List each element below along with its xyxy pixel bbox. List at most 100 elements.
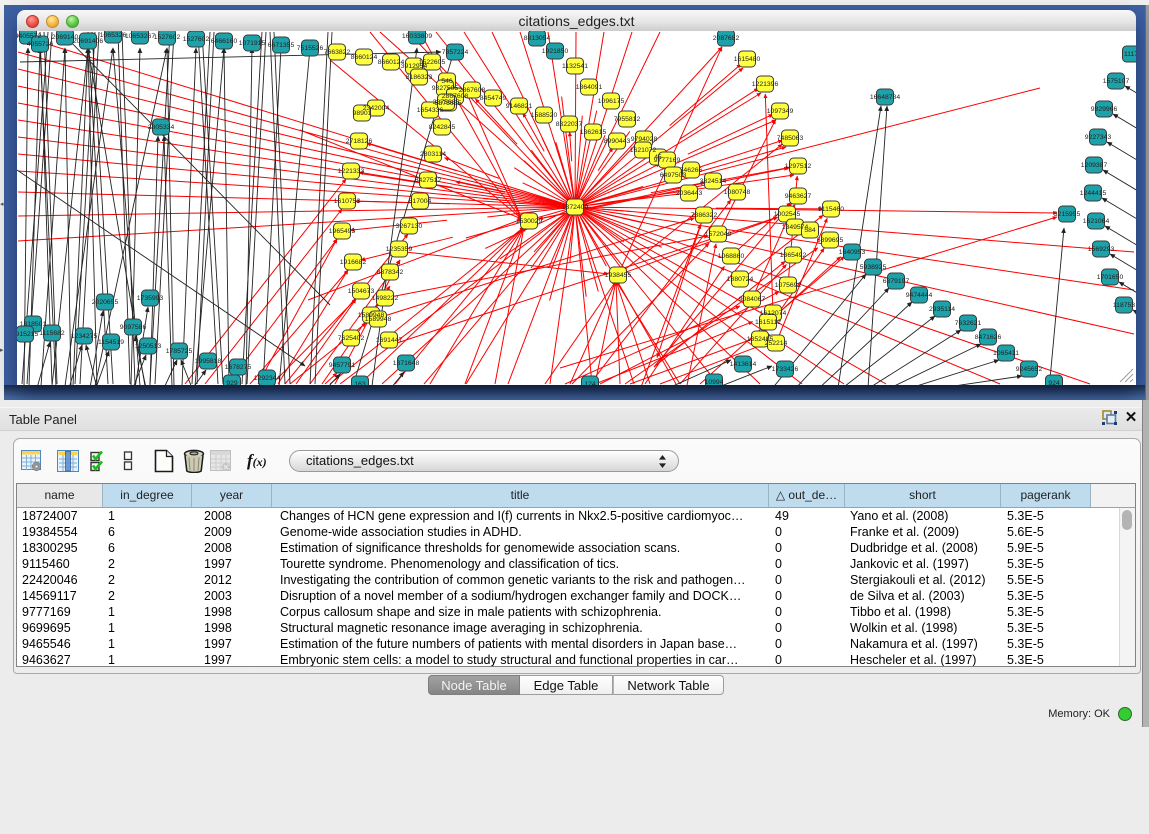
svg-text:163: 163 bbox=[354, 381, 366, 385]
svg-text:3915215: 3915215 bbox=[17, 331, 38, 338]
svg-text:2867608: 2867608 bbox=[459, 87, 486, 94]
svg-text:1916682: 1916682 bbox=[340, 259, 367, 266]
svg-text:1569293: 1569293 bbox=[1088, 246, 1115, 253]
svg-text:817004: 817004 bbox=[409, 198, 432, 205]
svg-text:1096175: 1096175 bbox=[598, 98, 625, 105]
svg-text:7632621: 7632621 bbox=[955, 320, 982, 327]
svg-text:1880724: 1880724 bbox=[727, 276, 754, 283]
svg-text:1365492: 1365492 bbox=[780, 252, 807, 259]
svg-text:1615112: 1615112 bbox=[755, 319, 781, 326]
svg-text:9329966: 9329966 bbox=[1091, 106, 1118, 113]
svg-text:9474444: 9474444 bbox=[906, 292, 933, 299]
svg-text:9327505: 9327505 bbox=[432, 85, 459, 92]
svg-text:1504673: 1504673 bbox=[348, 288, 375, 295]
svg-text:1097349: 1097349 bbox=[767, 108, 794, 115]
svg-text:2805334: 2805334 bbox=[148, 124, 175, 131]
svg-text:4405572: 4405572 bbox=[17, 33, 41, 40]
svg-text:9457791: 9457791 bbox=[329, 362, 356, 369]
svg-text:1154519: 1154519 bbox=[98, 339, 124, 346]
svg-text:1701650: 1701650 bbox=[1097, 274, 1124, 281]
svg-text:8186323: 8186323 bbox=[406, 74, 433, 81]
svg-text:8660124: 8660124 bbox=[351, 54, 378, 61]
svg-text:8990443: 8990443 bbox=[604, 138, 631, 145]
svg-text:9097586: 9097586 bbox=[120, 324, 147, 331]
svg-text:1575107: 1575107 bbox=[1103, 78, 1130, 85]
svg-text:9115460: 9115460 bbox=[818, 206, 844, 213]
svg-text:2803114: 2803114 bbox=[420, 151, 446, 158]
svg-text:7857224: 7857224 bbox=[442, 49, 469, 56]
svg-text:1117: 1117 bbox=[1124, 51, 1136, 58]
svg-text:1371648: 1371648 bbox=[393, 360, 420, 367]
svg-text:20691406: 20691406 bbox=[73, 38, 103, 45]
svg-text:1132541: 1132541 bbox=[562, 63, 588, 70]
svg-text:98901: 98901 bbox=[353, 110, 372, 117]
svg-text:6379197: 6379197 bbox=[883, 278, 910, 285]
svg-text:10994: 10994 bbox=[705, 379, 724, 385]
svg-text:1588520: 1588520 bbox=[531, 112, 558, 119]
svg-text:2718126: 2718126 bbox=[346, 138, 373, 145]
svg-text:3824514: 3824514 bbox=[700, 178, 727, 185]
svg-text:2036443: 2036443 bbox=[676, 190, 703, 197]
svg-text:929: 929 bbox=[226, 380, 238, 385]
svg-text:7515526: 7515526 bbox=[297, 45, 324, 52]
svg-text:7663822: 7663822 bbox=[324, 49, 351, 56]
svg-text:8878342: 8878342 bbox=[377, 269, 404, 276]
svg-text:1221333: 1221333 bbox=[338, 168, 365, 175]
svg-text:1527602: 1527602 bbox=[183, 36, 210, 43]
svg-text:1995818: 1995818 bbox=[195, 358, 222, 365]
svg-text:1864091: 1864091 bbox=[576, 84, 603, 91]
svg-text:4055726: 4055726 bbox=[27, 41, 54, 48]
svg-text:252214: 252214 bbox=[765, 340, 788, 347]
svg-text:1615480: 1615480 bbox=[734, 56, 761, 63]
svg-text:1297512: 1297512 bbox=[785, 163, 812, 170]
svg-text:1522605: 1522605 bbox=[419, 59, 446, 66]
svg-text:1115682: 1115682 bbox=[39, 330, 65, 337]
svg-text:1818501: 1818501 bbox=[20, 321, 47, 328]
svg-text:8454749: 8454749 bbox=[480, 95, 507, 102]
svg-text:1733426: 1733426 bbox=[772, 366, 799, 373]
svg-text:1654336: 1654336 bbox=[417, 107, 444, 114]
svg-text:1292344: 1292344 bbox=[254, 375, 281, 382]
svg-text:3875685: 3875685 bbox=[433, 99, 460, 106]
svg-text:9463627: 9463627 bbox=[785, 193, 812, 200]
svg-text:7955812: 7955812 bbox=[614, 116, 641, 123]
svg-text:6497503: 6497503 bbox=[660, 172, 687, 179]
svg-text:1250513: 1250513 bbox=[135, 343, 162, 350]
svg-text:7886322: 7886322 bbox=[691, 212, 718, 219]
svg-text:1938455: 1938455 bbox=[605, 272, 632, 279]
svg-text:1065411: 1065411 bbox=[993, 350, 1019, 357]
svg-text:1002545: 1002545 bbox=[774, 211, 801, 218]
svg-text:7485063: 7485063 bbox=[777, 135, 804, 142]
svg-text:1691447: 1691447 bbox=[376, 337, 403, 344]
svg-text:9146821: 9146821 bbox=[506, 103, 533, 110]
svg-text:2020655: 2020655 bbox=[92, 299, 119, 306]
svg-text:6899695: 6899695 bbox=[817, 237, 844, 244]
svg-text:546: 546 bbox=[441, 78, 453, 85]
svg-text:6466160: 6466160 bbox=[211, 38, 238, 45]
svg-text:9084067: 9084067 bbox=[739, 296, 766, 303]
svg-text:8242845: 8242845 bbox=[429, 124, 456, 131]
svg-text:7625402: 7625402 bbox=[338, 335, 365, 342]
svg-text:118753: 118753 bbox=[1113, 302, 1135, 309]
svg-text:1612074: 1612074 bbox=[760, 310, 787, 317]
svg-text:1621064: 1621064 bbox=[1083, 218, 1110, 225]
svg-text:2935114: 2935114 bbox=[929, 306, 955, 313]
svg-text:1678275: 1678275 bbox=[225, 364, 252, 371]
svg-text:1965493: 1965493 bbox=[329, 228, 356, 235]
svg-text:16033809: 16033809 bbox=[402, 33, 432, 40]
svg-text:5938925: 5938925 bbox=[860, 264, 887, 271]
svg-text:9777169: 9777169 bbox=[654, 157, 681, 164]
svg-text:6671355: 6671355 bbox=[268, 42, 295, 49]
svg-text:1785725: 1785725 bbox=[166, 348, 193, 355]
svg-text:1498222: 1498222 bbox=[372, 295, 399, 302]
svg-text:1921850: 1921850 bbox=[542, 48, 569, 55]
svg-text:1209387: 1209387 bbox=[1081, 162, 1108, 169]
svg-text:1527602: 1527602 bbox=[154, 34, 181, 41]
svg-text:8471626: 8471626 bbox=[975, 334, 1002, 341]
svg-text:3215955: 3215955 bbox=[1054, 211, 1081, 218]
svg-text:1065326: 1065326 bbox=[100, 32, 127, 39]
svg-text:2087682: 2087682 bbox=[713, 35, 740, 42]
svg-text:16648784: 16648784 bbox=[870, 94, 900, 101]
svg-text:10653267: 10653267 bbox=[125, 33, 155, 40]
svg-text:924: 924 bbox=[1048, 380, 1060, 385]
